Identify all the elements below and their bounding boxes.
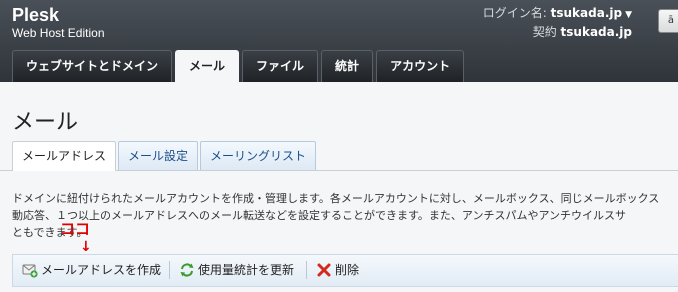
add-mail-icon (22, 262, 38, 278)
header-button[interactable]: ā (658, 9, 678, 33)
description-line: 動応答、１つ以上のメールアドレスへのメール転送などを設定することができます。また… (12, 209, 627, 222)
description-line: ドメインに紐付けられたメールアカウントを作成・管理します。各メールアカウントに対… (12, 192, 660, 205)
top-header: Plesk Web Host Edition ログイン名: tsukada.jp… (0, 0, 678, 84)
delete-label: 削除 (335, 263, 360, 277)
update-usage-stats-label: 使用量統計を更新 (198, 263, 295, 277)
toolbar-separator (306, 261, 307, 279)
chevron-down-icon[interactable]: ▼ (625, 10, 632, 20)
page-description: ドメインに紐付けられたメールアカウントを作成・管理します。各メールアカウントに対… (12, 190, 678, 241)
mail-toolbar: メールアドレスを作成 使用量統計を更新 削除 (12, 254, 678, 287)
toolbar-separator (169, 261, 170, 279)
contract-label: 契約 (532, 25, 557, 39)
create-mail-address-label: メールアドレスを作成 (41, 263, 162, 277)
login-row[interactable]: ログイン名: tsukada.jp ▼ (483, 5, 632, 24)
subtab-mailing-lists[interactable]: メーリングリスト (200, 141, 317, 170)
delete-button[interactable]: 削除 (316, 261, 359, 278)
brand-edition: Web Host Edition (12, 26, 105, 40)
tab-account[interactable]: アカウント (376, 50, 465, 82)
contract-value: tsukada.jp (560, 25, 632, 39)
page-title: メール (12, 110, 79, 135)
account-info: ログイン名: tsukada.jp ▼ 契約 tsukada.jp (483, 5, 632, 41)
brand-title: Plesk (12, 5, 60, 25)
login-value[interactable]: tsukada.jp (551, 6, 622, 20)
tab-files[interactable]: ファイル (242, 50, 319, 82)
tab-mail[interactable]: メール (175, 50, 240, 84)
description-line: ともできます。 (12, 226, 88, 239)
subtab-mail-addresses[interactable]: メールアドレス (12, 141, 117, 171)
sub-tabs: メールアドレス メール設定 メーリングリスト (12, 141, 317, 171)
main-tabs: ウェブサイトとドメイン メール ファイル 統計 アカウント (12, 50, 465, 84)
tab-statistics[interactable]: 統計 (321, 50, 374, 82)
update-usage-stats-button[interactable]: 使用量統計を更新 (179, 261, 294, 278)
refresh-icon (179, 262, 195, 278)
annotation-arrow-icon: ↓ (80, 239, 92, 255)
create-mail-address-button[interactable]: メールアドレスを作成 (22, 261, 161, 278)
annotation-label: ココ (60, 220, 91, 238)
delete-icon (316, 262, 332, 278)
subtab-mail-settings[interactable]: メール設定 (118, 141, 199, 170)
tab-websites-domains[interactable]: ウェブサイトとドメイン (12, 50, 173, 82)
login-label: ログイン名: (482, 6, 547, 20)
contract-row: 契約 tsukada.jp (483, 24, 632, 41)
